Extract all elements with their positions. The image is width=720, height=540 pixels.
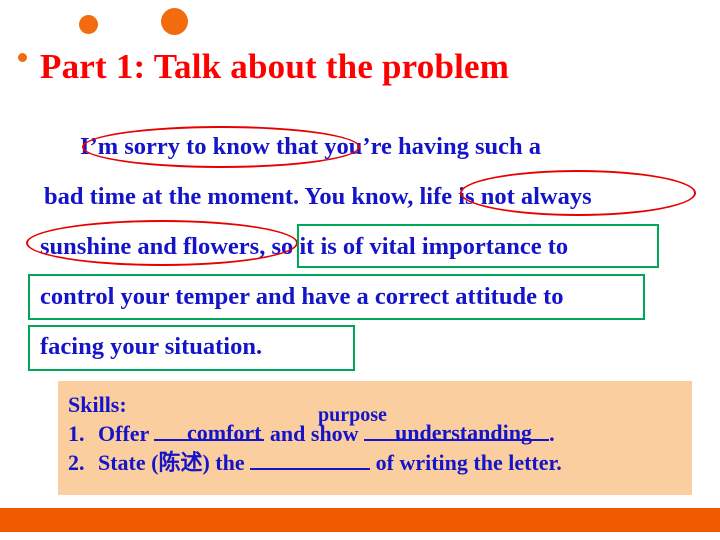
letter-line: facing your situation. (40, 333, 263, 360)
annotation-answer-comfort: comfort (187, 420, 262, 445)
letter-body: I’m sorry to know that you’re having suc… (34, 122, 694, 372)
letter-line: bad time at the moment. You know, life i… (44, 183, 592, 210)
decorative-dot-large-right (161, 8, 188, 35)
skills-item-1-number: 1. (68, 421, 85, 446)
decorative-dot-large-left (79, 15, 98, 34)
skills-item-1-text-before: Offer (98, 421, 149, 446)
footer-bar-orange (0, 508, 720, 532)
letter-line: control your temper and have a correct a… (40, 283, 564, 310)
skills-item-2-blank-1 (250, 468, 371, 470)
annotation-answer-understanding: understanding (395, 420, 532, 445)
footer-bar-white (0, 532, 720, 540)
letter-line: I’m sorry to know that you’re having suc… (80, 133, 541, 160)
slide-title: Part 1: Talk about the problem (40, 47, 510, 86)
skills-item-1: 1. Offer and show . comfort purpose under… (68, 404, 692, 448)
skills-item-1-text-after: . (549, 421, 555, 446)
skills-item-2: 2. State (陈述) the of writing the letter. (68, 448, 692, 477)
skills-item-2-text-before: State (陈述) the (98, 450, 245, 475)
decorative-dot-small (18, 53, 27, 62)
letter-line: sunshine and flowers, so it is of vital … (40, 233, 569, 260)
annotation-answer-purpose: purpose (318, 404, 387, 426)
skills-box: Skills: 1. Offer and show . comfort purpo… (58, 381, 692, 495)
skills-item-2-text-after: of writing the letter. (375, 450, 562, 475)
skills-item-2-number: 2. (68, 450, 85, 475)
